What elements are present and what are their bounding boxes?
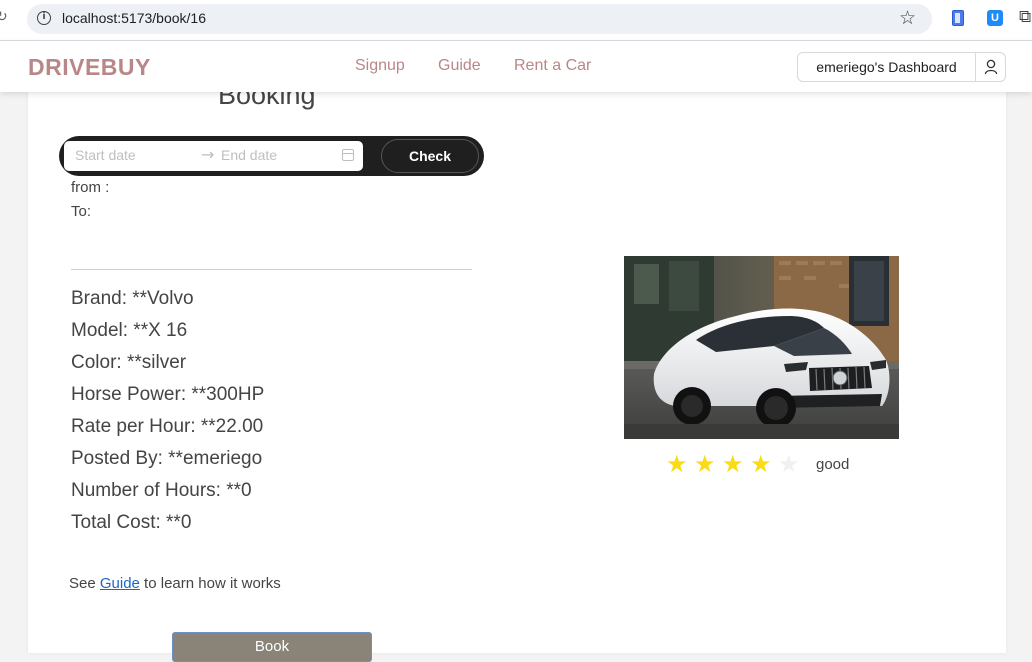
detail-rate-per-hour: Rate per Hour: **22.00 — [71, 416, 264, 437]
guide-link[interactable]: Guide — [100, 575, 140, 592]
browser-toolbar: ↻ i localhost:5173/book/16 ☆ U ⧉ — [0, 0, 1032, 41]
site-info-icon[interactable]: i — [37, 11, 51, 25]
detail-model: Model: **X 16 — [71, 320, 188, 341]
rating-star-icon[interactable]: ★ — [750, 451, 772, 477]
dashboard-button-group: emeriego's Dashboard — [797, 52, 1006, 82]
guide-hint-prefix: See — [69, 575, 100, 592]
puzzle-icon[interactable]: ⧉ — [1019, 7, 1031, 27]
detail-posted-by: Posted By: **emeriego — [71, 448, 263, 469]
bookmark-star-icon[interactable]: ☆ — [899, 7, 916, 29]
detail-brand: Brand: **Volvo — [71, 288, 194, 309]
date-range-picker[interactable]: Start date → End date — [64, 141, 363, 171]
detail-color: Color: **silver — [71, 352, 187, 373]
rating-label: good — [816, 456, 850, 473]
guide-hint: See Guide to learn how it works — [69, 575, 281, 592]
brand-logo[interactable]: DRIVEBUY — [28, 54, 151, 81]
rating-star-icon[interactable]: ★ — [666, 451, 688, 477]
date-picker-bar: Start date → End date Check — [59, 136, 484, 176]
check-button[interactable]: Check — [381, 139, 479, 173]
guide-hint-suffix: to learn how it works — [139, 575, 281, 592]
detail-total-cost: Total Cost: **0 — [71, 512, 192, 533]
url-text[interactable]: localhost:5173/book/16 — [62, 10, 206, 26]
address-bar[interactable]: i localhost:5173/book/16 ☆ — [27, 4, 932, 34]
end-date-input[interactable]: End date — [221, 147, 277, 163]
user-icon[interactable] — [976, 53, 1006, 81]
rating-star-icon[interactable]: ★ — [694, 451, 716, 477]
extension-icon[interactable] — [952, 10, 964, 26]
divider — [71, 269, 472, 270]
car-photo — [624, 256, 899, 439]
dashboard-button[interactable]: emeriego's Dashboard — [798, 53, 976, 81]
nav-guide[interactable]: Guide — [438, 57, 481, 75]
detail-number-of-hours: Number of Hours: **0 — [71, 480, 252, 501]
reload-icon[interactable]: ↻ — [0, 9, 8, 25]
to-label: To: — [71, 203, 92, 220]
detail-horse-power: Horse Power: **300HP — [71, 384, 265, 405]
start-date-input[interactable]: Start date — [75, 147, 136, 163]
from-label: from : — [71, 179, 110, 196]
calendar-icon[interactable] — [342, 149, 354, 161]
arrow-right-icon: → — [201, 145, 215, 164]
book-button[interactable]: Book — [172, 632, 372, 662]
rating-star-icon[interactable]: ★ — [722, 451, 744, 477]
rating-star-icon[interactable]: ★ — [778, 451, 800, 477]
nav-signup[interactable]: Signup — [355, 57, 405, 75]
nav-rent-a-car[interactable]: Rent a Car — [514, 57, 591, 75]
app-header: DRIVEBUY Signup Guide Rent a Car emerieg… — [0, 41, 1032, 92]
extension-u-icon[interactable]: U — [987, 10, 1003, 26]
